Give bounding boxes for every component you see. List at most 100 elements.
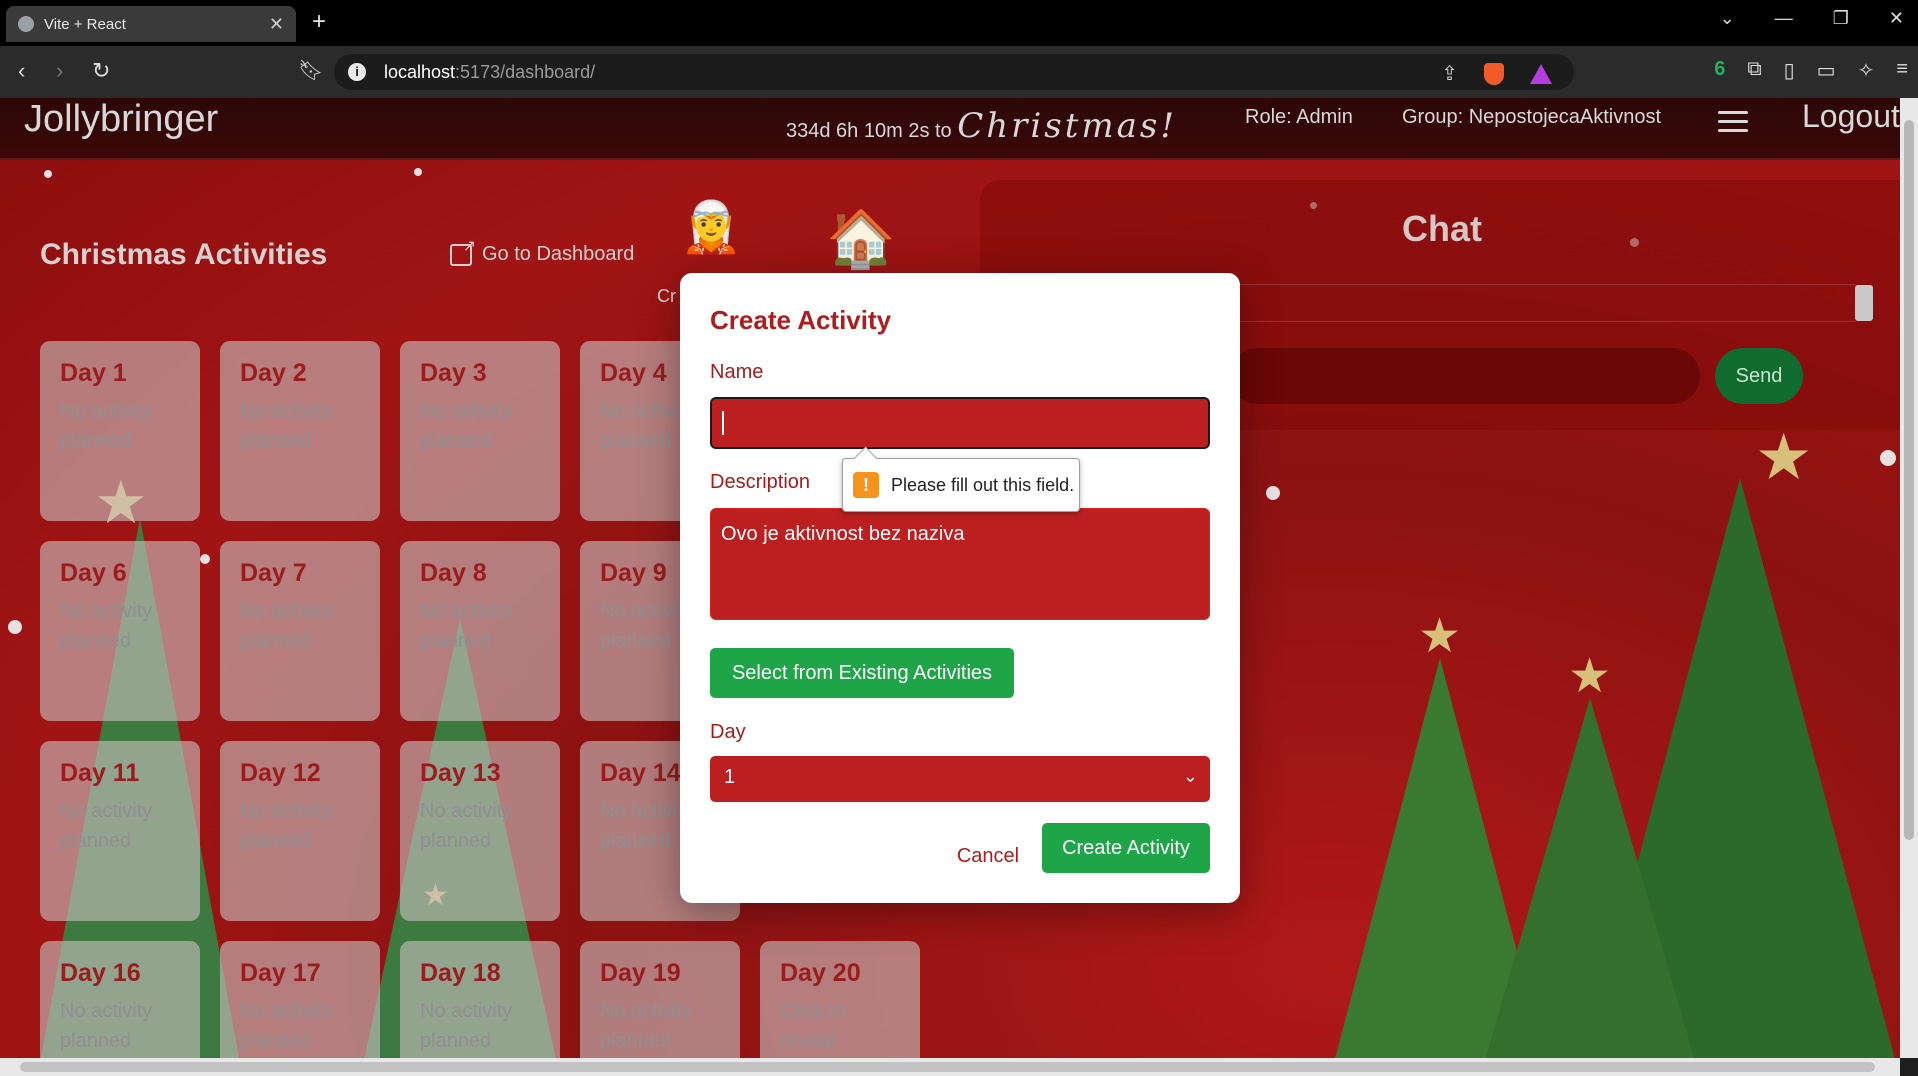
leo-ai-icon[interactable]: ✧: [1858, 58, 1875, 83]
extension-badge[interactable]: 6: [1714, 58, 1725, 83]
browser-tabbar: Vite + React ✕ + ⌄ — ❐ ✕: [0, 0, 1918, 46]
day-card-title: Day 13: [420, 759, 501, 787]
day-card-status: No activity planned: [600, 1000, 693, 1052]
day-card-status: No activity planned: [420, 400, 513, 452]
sidebar-icon[interactable]: ▯: [1784, 58, 1795, 83]
chat-message-input[interactable]: [1230, 348, 1700, 404]
day-select[interactable]: 1 ⌄: [710, 756, 1210, 802]
day-card[interactable]: Day 2 No activity planned: [220, 341, 380, 521]
snowflake: [414, 168, 422, 176]
day-card-title: Day 16: [60, 959, 141, 987]
activity-name-input[interactable]: [710, 397, 1210, 449]
day-card[interactable]: Day 20 Click to reveal: [760, 941, 920, 1058]
day-card-title: Day 18: [420, 959, 501, 987]
validation-message: Please fill out this field.: [891, 474, 1075, 495]
scrollbar-thumb[interactable]: [1904, 120, 1914, 840]
christmas-tree-decoration: [1480, 698, 1700, 1058]
brave-shields-icon[interactable]: [1484, 62, 1504, 85]
bookmark-icon[interactable]: 🔖︎: [298, 58, 323, 83]
cancel-button[interactable]: Cancel: [940, 831, 1036, 881]
day-card[interactable]: Day 3 No activity planned: [400, 341, 560, 521]
countdown-time: 334d 6h 10m 2s to: [786, 120, 952, 142]
extensions-puzzle-icon[interactable]: ⧉: [1747, 58, 1761, 83]
day-card-title: Day 19: [600, 959, 681, 987]
brave-rewards-icon[interactable]: [1530, 63, 1552, 84]
share-icon[interactable]: ⇪: [1441, 61, 1458, 86]
activity-description-input[interactable]: Ovo je aktivnost bez naziva: [710, 508, 1210, 620]
restore-icon[interactable]: ❐: [1833, 8, 1849, 29]
day-card-status: No activity planned: [420, 600, 513, 652]
close-tab-icon[interactable]: ✕: [269, 14, 284, 35]
day-card[interactable]: Day 1 No activity planned: [40, 341, 200, 521]
back-icon[interactable]: ‹: [18, 58, 25, 84]
brand-logo[interactable]: Jollybringer: [24, 98, 218, 141]
activities-title: Christmas Activities: [40, 238, 328, 271]
menu-icon[interactable]: ≡: [1896, 58, 1908, 83]
snowflake: [1880, 450, 1896, 466]
chat-title: Chat: [1402, 208, 1482, 249]
gingerbread-house-icon: 🏠: [826, 207, 896, 270]
chat-scrollbar[interactable]: [1855, 285, 1873, 321]
day-card-title: Day 17: [240, 959, 321, 987]
reload-icon[interactable]: ↻: [92, 58, 110, 84]
day-card[interactable]: Day 12 No activity planned: [220, 741, 380, 921]
close-window-icon[interactable]: ✕: [1889, 8, 1904, 29]
day-card-status: No activity planned: [420, 1000, 513, 1052]
logout-button[interactable]: Logout: [1802, 98, 1900, 135]
forward-icon[interactable]: ›: [56, 58, 63, 84]
name-label: Name: [710, 361, 764, 383]
day-card[interactable]: Day 16 No activity planned: [40, 941, 200, 1058]
day-card[interactable]: Day 17 No activity planned: [220, 941, 380, 1058]
validation-tooltip: ! Please fill out this field.: [842, 458, 1080, 512]
minimize-icon[interactable]: —: [1775, 8, 1793, 29]
page-horizontal-scrollbar[interactable]: [0, 1058, 1900, 1076]
day-card-title: Day 20: [780, 959, 861, 987]
chat-send-button[interactable]: Send: [1715, 348, 1803, 404]
browser-tab[interactable]: Vite + React ✕: [6, 6, 296, 42]
wallet-icon[interactable]: ▭: [1817, 58, 1836, 83]
day-card[interactable]: Day 7 No activity planned: [220, 541, 380, 721]
day-card[interactable]: Day 11 No activity planned: [40, 741, 200, 921]
text-caret: [722, 411, 724, 435]
app-navbar: Jollybringer 334d 6h 10m 2s to Christmas…: [0, 98, 1900, 160]
create-activity-modal: Create Activity Name Description Ovo je …: [680, 273, 1240, 903]
address-bar[interactable]: i localhost:5173/dashboard/ ⇪: [334, 54, 1574, 90]
star-icon: ★: [1418, 610, 1462, 663]
day-card[interactable]: Day 19 No activity planned: [580, 941, 740, 1058]
day-card-status: No activity planned: [60, 1000, 153, 1052]
chevron-down-icon: ⌄: [1182, 766, 1198, 786]
day-card-title: Day 6: [60, 559, 127, 587]
day-card-status: Click to reveal: [780, 1000, 846, 1052]
go-to-dashboard-link[interactable]: Go to Dashboard: [450, 236, 635, 266]
day-card-status: No activity planned: [240, 1000, 333, 1052]
day-card-status: No activity planned: [60, 800, 153, 852]
go-to-dashboard-label: Go to Dashboard: [482, 243, 635, 265]
day-card-title: Day 8: [420, 559, 487, 587]
user-role: Role: Admin: [1245, 106, 1353, 128]
star-icon: ★: [1568, 650, 1612, 703]
hamburger-menu-icon[interactable]: [1718, 105, 1748, 138]
day-card-title: Day 7: [240, 559, 307, 587]
create-activity-label-fragment: Cr: [657, 286, 676, 306]
page-vertical-scrollbar[interactable]: [1900, 98, 1918, 1058]
day-card-title: Day 1: [60, 359, 127, 387]
tab-list-chevron-icon[interactable]: ⌄: [1720, 8, 1735, 29]
url-host: localhost: [384, 61, 456, 82]
snowflake: [200, 554, 210, 564]
day-select-value: 1: [724, 766, 736, 788]
day-card-title: Day 2: [240, 359, 307, 387]
select-existing-activities-button[interactable]: Select from Existing Activities: [710, 648, 1014, 698]
snowflake: [44, 170, 52, 178]
day-card[interactable]: Day 6 No activity planned: [40, 541, 200, 721]
create-activity-button[interactable]: Create Activity: [1042, 823, 1210, 873]
day-card[interactable]: Day 18 No activity planned: [400, 941, 560, 1058]
day-card-title: Day 11: [60, 759, 140, 787]
star-icon: ★: [1755, 421, 1813, 493]
new-tab-button[interactable]: +: [312, 8, 326, 36]
day-card[interactable]: Day 13 No activity planned: [400, 741, 560, 921]
day-card-title: Day 3: [420, 359, 487, 387]
day-card[interactable]: Day 8 No activity planned: [400, 541, 560, 721]
scrollbar-thumb[interactable]: [20, 1062, 1875, 1072]
modal-title: Create Activity: [710, 305, 892, 335]
site-info-icon[interactable]: i: [348, 63, 366, 81]
